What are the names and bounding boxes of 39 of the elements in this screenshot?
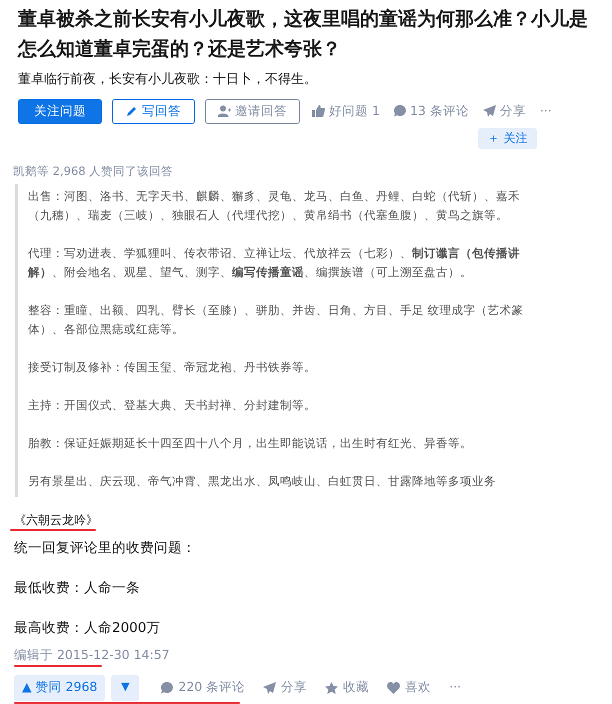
voters-line: 凯鹅等 2,968 人赞同了该回答 <box>13 162 174 180</box>
comment-icon <box>394 105 406 117</box>
quote-paragraph: 胎教：保证妊娠期延长十四至四十八个月，出生即能说话，出生时有红光、异香等。 <box>28 434 473 452</box>
question-title: 董卓被杀之前长安有小儿夜歌，这夜里唱的童谣为何那么准？小儿是怎么知道董卓完蛋的？还是艺术夸张？ <box>18 7 589 62</box>
person-icon <box>218 105 231 117</box>
upvote-button[interactable]: ▲ 赞同 2968 <box>14 674 106 700</box>
follow-button[interactable]: ＋ 关注 <box>478 128 537 148</box>
paper-plane-icon <box>482 105 496 117</box>
action-button[interactable]: 邀请回答 <box>205 98 300 124</box>
footer-action[interactable]: 喜欢 <box>387 678 432 697</box>
quote-paragraph: 出售：河图、洛书、无字天书、麒麟、獬豸、灵龟、龙马、白鱼、丹鲤、白蛇（代斩）、嘉禾（九穗）、瑞麦（三岐）、独眼石人（代埋代挖）、黄帛绢书（代塞鱼腹）、黄鸟之旗等。 <box>28 188 521 224</box>
more-button[interactable]: ··· <box>538 102 554 120</box>
answer-paragraph: 统一回复评论里的收费问题： <box>14 540 197 557</box>
footer-action[interactable]: 分享 <box>263 678 308 697</box>
thumbs-up-icon <box>312 105 325 117</box>
paper-plane-icon <box>263 682 276 694</box>
answer-paragraph: 最高收费：人命2000万 <box>14 620 162 637</box>
pencil-icon <box>126 105 138 117</box>
comment-icon <box>161 682 174 694</box>
quote-paragraph: 代理：写劝进表、学狐狸叫、传衣带诏、立禅让坛、代放祥云（七彩）、制订谶言（包传播讲解）、附会地名、观星、望气、测字、编写传播童谣、编撰族谱（可上溯至盘古）。 <box>28 244 521 281</box>
action-button[interactable]: 好问题 1 <box>310 102 382 120</box>
quote-paragraph: 另有景星出、庆云现、帝气冲霄、黑龙出水、凤鸣岐山、白虹贯日、甘露降地等多项业务 <box>28 472 497 490</box>
question-detail: 董卓临行前夜，长安有小儿夜歌：十日卜，不得生。 <box>18 71 318 89</box>
footer-action[interactable]: 收藏 <box>325 678 370 697</box>
heart-icon <box>387 682 400 694</box>
book-title: 《六朝云龙吟》 <box>14 512 98 529</box>
downvote-button[interactable]: ▼ <box>111 674 140 700</box>
follow-question-button[interactable]: 关注问题 <box>18 98 102 124</box>
answer-paragraph: 最低收费：人命一条 <box>14 580 141 597</box>
footer-action[interactable]: 220 条评论 <box>161 678 246 697</box>
edit-time[interactable]: 编辑于 2015-12-30 14:57 <box>14 646 170 664</box>
action-button[interactable]: 分享 <box>480 102 528 120</box>
action-button[interactable]: 13 条评论 <box>392 102 471 120</box>
quote-paragraph: 接受订制及修补：传国玉玺、帝冠龙袍、丹书铁券等。 <box>28 358 317 376</box>
quote-paragraph: 主持：开国仪式、登基大典、天书封禅、分封建制等。 <box>28 396 317 414</box>
star-icon <box>325 682 338 694</box>
action-button[interactable]: 写回答 <box>112 98 195 124</box>
quote-paragraph: 整容：重瞳、出额、四乳、臂长（至膝）、骈肋、并齿、日角、方目、手足 纹理成字（艺术篆体）、各部位黑痣或红痣等。 <box>28 302 525 338</box>
more-button[interactable]: ··· <box>449 678 462 697</box>
